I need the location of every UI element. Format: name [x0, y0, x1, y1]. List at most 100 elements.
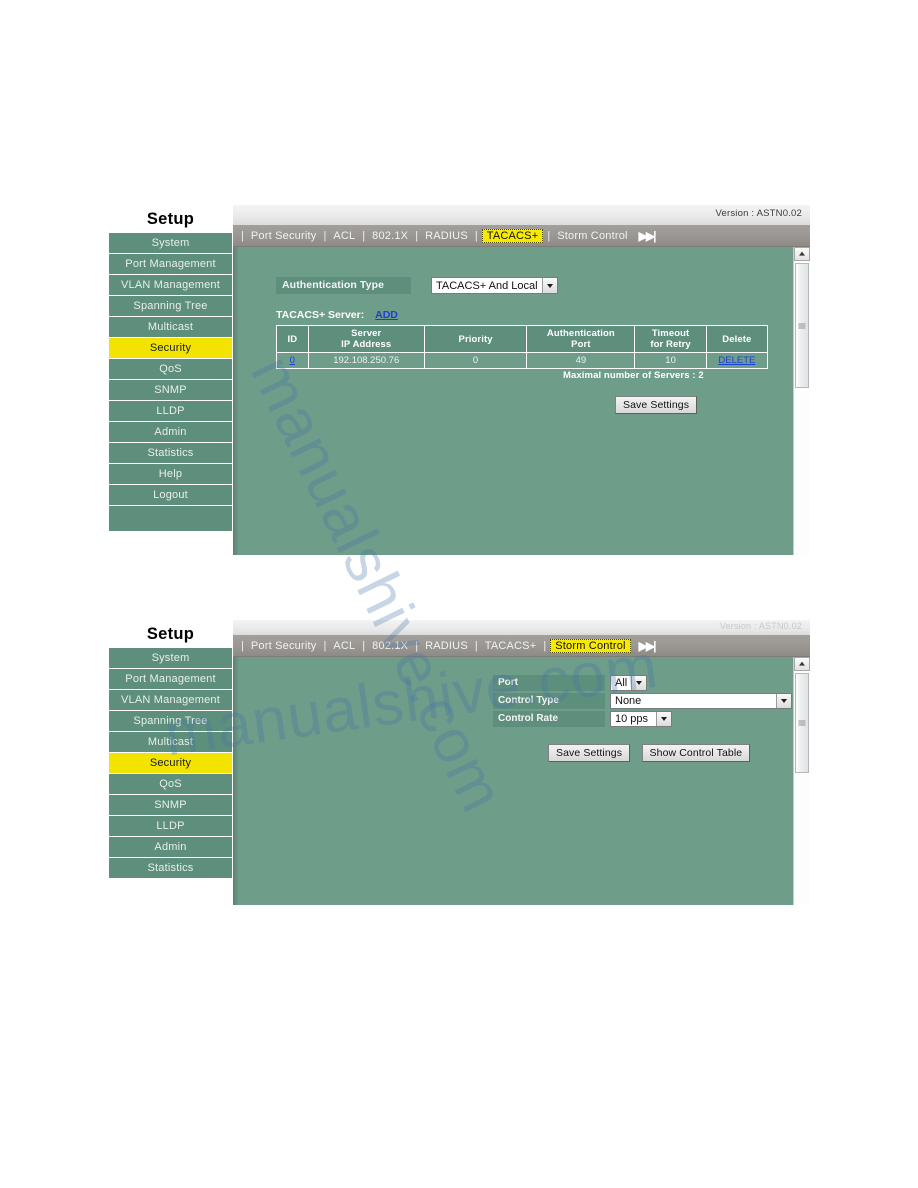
- tab-8021x[interactable]: 802.1X: [369, 229, 411, 243]
- tab-acl[interactable]: ACL: [330, 229, 358, 243]
- tab-separator: |: [547, 229, 551, 242]
- vertical-scrollbar-storm[interactable]: [793, 657, 810, 905]
- control-type-row: Control Type None: [493, 693, 792, 709]
- sidebar-item-multicast-storm[interactable]: Multicast: [108, 732, 233, 753]
- sidebar-item-snmp-storm[interactable]: SNMP: [108, 795, 233, 816]
- storm-content: | Port Security | ACL | 802.1X | RADIUS …: [233, 635, 810, 905]
- vertical-scrollbar[interactable]: [793, 247, 810, 555]
- sidebar-item-security[interactable]: Security: [108, 338, 233, 359]
- control-rate-value: 10 pps: [615, 713, 649, 725]
- tab-separator: |: [543, 639, 547, 652]
- sidebar-item-lldp-storm[interactable]: LLDP: [108, 816, 233, 837]
- tab-separator: |: [415, 639, 419, 652]
- sidebar-item-statistics-storm[interactable]: Statistics: [108, 858, 233, 879]
- cell-priority: 0: [423, 352, 528, 369]
- inner-shadow: [233, 247, 239, 555]
- sidebar-item-port-management-storm[interactable]: Port Management: [108, 669, 233, 690]
- chevron-down-icon[interactable]: [776, 694, 791, 708]
- sidebar-item-snmp[interactable]: SNMP: [108, 380, 233, 401]
- tab-port-security-storm[interactable]: Port Security: [248, 639, 320, 653]
- port-select[interactable]: All: [610, 675, 648, 691]
- scroll-up-button[interactable]: [794, 247, 810, 261]
- authentication-type-select[interactable]: TACACS+ And Local: [431, 277, 558, 294]
- tab-separator: |: [474, 229, 478, 242]
- next-tabs-icon-storm[interactable]: ▶▶|: [639, 639, 657, 653]
- port-row: Port All: [493, 675, 792, 691]
- chevron-down-icon[interactable]: [631, 676, 647, 690]
- column-header-delete: Delete: [705, 325, 769, 353]
- tab-separator: |: [323, 229, 327, 242]
- tab-separator: |: [415, 229, 419, 242]
- sidebar-item-port-management[interactable]: Port Management: [108, 254, 233, 275]
- tab-bar: | Port Security | ACL | 802.1X | RADIUS …: [233, 225, 810, 247]
- save-settings-button[interactable]: Save Settings: [615, 396, 698, 414]
- version-strip-storm: Version : ASTN0.02: [233, 620, 810, 636]
- sidebar-item-logout[interactable]: Logout: [108, 485, 233, 506]
- scrollbar-thumb-storm[interactable]: [795, 673, 809, 773]
- scrollbar-track-storm[interactable]: [794, 671, 810, 905]
- tab-separator: |: [241, 639, 244, 652]
- control-rate-row: Control Rate 10 pps: [493, 711, 792, 727]
- column-header-timeout-line1: Timeout: [651, 328, 690, 339]
- tacacs-server-table: ID Server IP Address Priority Authentica…: [276, 325, 769, 369]
- control-type-select[interactable]: None: [610, 693, 792, 709]
- delete-link[interactable]: DELETE: [718, 355, 755, 366]
- port-label: Port: [493, 675, 605, 691]
- tab-storm-control-storm[interactable]: Storm Control: [550, 638, 631, 653]
- scroll-up-button-storm[interactable]: [794, 657, 810, 671]
- version-text-storm: Version : ASTN0.02: [719, 621, 802, 631]
- authentication-type-row: Authentication Type TACACS+ And Local: [276, 277, 558, 294]
- control-type-value: None: [615, 695, 642, 707]
- version-strip: Version : ASTN0.02: [233, 205, 810, 226]
- save-settings-button-storm[interactable]: Save Settings: [548, 744, 631, 762]
- sidebar-item-qos-storm[interactable]: QoS: [108, 774, 233, 795]
- chevron-down-icon[interactable]: [656, 712, 671, 726]
- tab-radius[interactable]: RADIUS: [422, 229, 471, 243]
- watermark-overlay: manualshive.com manualshive.com: [0, 0, 918, 1188]
- sidebar-item-qos[interactable]: QoS: [108, 359, 233, 380]
- tab-bar-storm: | Port Security | ACL | 802.1X | RADIUS …: [233, 635, 810, 657]
- sidebar-item-security-storm[interactable]: Security: [108, 753, 233, 774]
- tab-port-security[interactable]: Port Security: [248, 229, 320, 243]
- sidebar-item-system[interactable]: System: [108, 233, 233, 254]
- tab-radius-storm[interactable]: RADIUS: [422, 639, 471, 653]
- tab-tacacs-plus[interactable]: TACACS+: [481, 228, 544, 243]
- sidebar-item-spanning-tree[interactable]: Spanning Tree: [108, 296, 233, 317]
- tab-separator: |: [362, 639, 366, 652]
- sidebar-item-system-storm[interactable]: System: [108, 648, 233, 669]
- tab-acl-storm[interactable]: ACL: [330, 639, 358, 653]
- tab-storm-control[interactable]: Storm Control: [554, 229, 630, 243]
- server-id-link[interactable]: 0: [290, 355, 295, 366]
- next-tabs-icon[interactable]: ▶▶|: [639, 229, 657, 243]
- sidebar-item-multicast[interactable]: Multicast: [108, 317, 233, 338]
- sidebar-item-help[interactable]: Help: [108, 464, 233, 485]
- scroll-region: Authentication Type TACACS+ And Local TA…: [233, 247, 810, 555]
- sidebar-item-statistics[interactable]: Statistics: [108, 443, 233, 464]
- control-rate-select[interactable]: 10 pps: [610, 711, 672, 727]
- chevron-down-icon[interactable]: [541, 278, 557, 293]
- sidebar-item-vlan-management[interactable]: VLAN Management: [108, 275, 233, 296]
- scrollbar-grip-icon-storm: [798, 720, 806, 726]
- scrollbar-track[interactable]: [794, 261, 810, 555]
- sidebar-item-spanning-tree-storm[interactable]: Spanning Tree: [108, 711, 233, 732]
- scrollbar-thumb[interactable]: [795, 263, 809, 388]
- sidebar-item-lldp[interactable]: LLDP: [108, 401, 233, 422]
- show-control-table-button[interactable]: Show Control Table: [641, 744, 751, 762]
- add-server-link[interactable]: ADD: [375, 309, 398, 321]
- cell-timeout: 10: [634, 352, 707, 369]
- control-type-label: Control Type: [493, 693, 605, 709]
- tab-separator: |: [241, 229, 244, 242]
- tab-tacacs-plus-storm[interactable]: TACACS+: [482, 639, 540, 653]
- tacacs-server-section: TACACS+ Server: ADD: [276, 309, 398, 321]
- sidebar-title: Setup: [108, 205, 233, 233]
- authentication-type-value: TACACS+ And Local: [436, 279, 538, 292]
- column-header-priority: Priority: [423, 325, 528, 353]
- sidebar-item-admin[interactable]: Admin: [108, 422, 233, 443]
- tab-8021x-storm[interactable]: 802.1X: [369, 639, 411, 653]
- tab-separator: |: [362, 229, 366, 242]
- tab-separator: |: [474, 639, 478, 652]
- sidebar-item-admin-storm[interactable]: Admin: [108, 837, 233, 858]
- column-header-auth-port-line1: Authentication: [546, 328, 615, 339]
- sidebar-item-vlan-management-storm[interactable]: VLAN Management: [108, 690, 233, 711]
- column-header-server-ip-line2: IP Address: [341, 339, 392, 350]
